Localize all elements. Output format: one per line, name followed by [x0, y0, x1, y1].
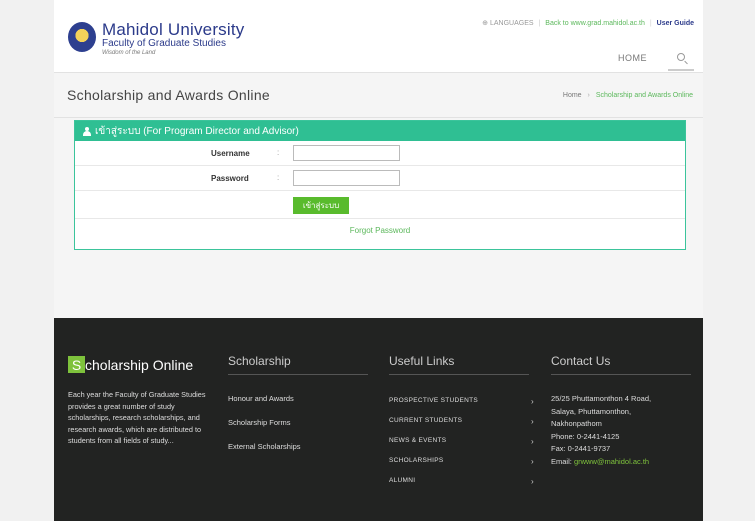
- page: Mahidol University Faculty of Graduate S…: [54, 0, 703, 521]
- forgot-password-link[interactable]: Forgot Password: [75, 226, 685, 235]
- breadcrumb: Home › Scholarship and Awards Online: [563, 92, 693, 99]
- page-title: Scholarship and Awards Online: [67, 87, 271, 103]
- login-heading: เข้าสู่ระบบ (For Program Director and Ad…: [95, 125, 299, 137]
- scholarship-divider: [228, 374, 368, 375]
- breadcrumb-home[interactable]: Home: [563, 92, 582, 99]
- contact-email-row: Email: grwww@mahidol.ac.th: [551, 456, 651, 469]
- password-input[interactable]: [293, 170, 400, 186]
- password-label: Password: [211, 174, 249, 183]
- username-input[interactable]: [293, 145, 400, 161]
- back-to-grad-link[interactable]: Back to www.grad.mahidol.ac.th: [545, 20, 645, 27]
- faculty-name: Faculty of Graduate Studies: [102, 38, 226, 49]
- contact-address-1: 25/25 Phuttamonthon 4 Road,: [551, 394, 652, 403]
- scholarship-link-forms[interactable]: Scholarship Forms: [228, 418, 301, 442]
- useful-links-divider: [389, 374, 529, 375]
- top-links: ⊕ LANGUAGES | Back to www.grad.mahidol.a…: [482, 19, 694, 27]
- motto: Wisdom of the Land: [102, 50, 156, 56]
- search-icon: [677, 53, 685, 61]
- contact-address-2: Salaya, Phuttamonthon,: [551, 406, 632, 416]
- useful-link-scholarships[interactable]: SCHOLARSHIPS ›: [389, 457, 534, 477]
- user-icon: [83, 126, 91, 136]
- contact-email-label: Email:: [551, 456, 572, 466]
- scholarship-heading: Scholarship: [228, 354, 291, 368]
- useful-link-label: NEWS & EVENTS: [389, 437, 447, 444]
- languages-link[interactable]: LANGUAGES: [490, 20, 534, 27]
- useful-links-list: PROSPECTIVE STUDENTS › CURRENT STUDENTS › …: [389, 397, 534, 497]
- useful-link-label: PROSPECTIVE STUDENTS: [389, 397, 479, 404]
- useful-link-current[interactable]: CURRENT STUDENTS ›: [389, 417, 534, 437]
- content-area: เข้าสู่ระบบ (For Program Director and Ad…: [54, 118, 703, 318]
- scholarship-link-honour[interactable]: Honour and Awards: [228, 394, 301, 418]
- title-bar: Scholarship and Awards Online Home › Sch…: [54, 72, 703, 118]
- contact-fax: Fax: 0-2441-9737: [551, 444, 611, 453]
- footer-description: Each year the Faculty of Graduate Studie…: [68, 390, 206, 445]
- useful-link-alumni[interactable]: ALUMNI ›: [389, 477, 534, 497]
- contact-list: 25/25 Phuttamonthon 4 Road, Salaya, Phut…: [551, 393, 651, 468]
- user-guide-link[interactable]: User Guide: [657, 20, 694, 27]
- brand-initial: S: [68, 356, 85, 373]
- useful-link-prospective[interactable]: PROSPECTIVE STUDENTS ›: [389, 397, 534, 417]
- useful-links-heading: Useful Links: [389, 354, 455, 368]
- username-colon: :: [277, 148, 280, 157]
- site-header: Mahidol University Faculty of Graduate S…: [54, 0, 703, 72]
- login-panel: เข้าสู่ระบบ (For Program Director and Ad…: [74, 120, 686, 250]
- chevron-right-icon: ›: [531, 477, 534, 486]
- university-logo-icon[interactable]: [68, 22, 96, 52]
- useful-link-label: CURRENT STUDENTS: [389, 417, 463, 424]
- password-colon: :: [277, 173, 280, 182]
- contact-divider: [551, 374, 691, 375]
- breadcrumb-separator: ›: [587, 92, 590, 99]
- breadcrumb-current: Scholarship and Awards Online: [595, 92, 693, 99]
- nav-home[interactable]: HOME: [618, 53, 647, 63]
- useful-link-news[interactable]: NEWS & EVENTS ›: [389, 437, 534, 457]
- password-row: Password :: [75, 166, 685, 191]
- login-panel-header: เข้าสู่ระบบ (For Program Director and Ad…: [75, 121, 685, 141]
- chevron-right-icon: ›: [531, 437, 534, 446]
- username-label: Username: [211, 149, 250, 158]
- separator: |: [649, 20, 652, 27]
- footer-brand: S cholarship Online: [68, 356, 193, 373]
- chevron-right-icon: ›: [531, 397, 534, 406]
- contact-phone: Phone: 0-2441-4125: [551, 431, 620, 441]
- search-button[interactable]: [668, 45, 694, 71]
- chevron-right-icon: ›: [531, 457, 534, 466]
- globe-icon: ⊕: [482, 20, 489, 27]
- useful-link-label: SCHOLARSHIPS: [389, 457, 444, 464]
- scholarship-link-external[interactable]: External Scholarships: [228, 442, 301, 466]
- scholarship-list: Honour and Awards Scholarship Forms Exte…: [228, 394, 301, 466]
- button-row: เข้าสู่ระบบ: [75, 191, 685, 219]
- site-footer: S cholarship Online Each year the Facult…: [54, 318, 703, 521]
- username-row: Username :: [75, 141, 685, 166]
- contact-email-link[interactable]: grwww@mahidol.ac.th: [574, 457, 649, 466]
- useful-link-label: ALUMNI: [389, 477, 416, 484]
- university-name[interactable]: Mahidol University: [102, 20, 244, 40]
- login-button[interactable]: เข้าสู่ระบบ: [293, 197, 349, 214]
- contact-address-3: Nakhonpathom: [551, 419, 602, 428]
- brand-text: cholarship Online: [85, 356, 194, 373]
- separator: |: [538, 20, 541, 27]
- chevron-right-icon: ›: [531, 417, 534, 426]
- contact-heading: Contact Us: [551, 354, 611, 368]
